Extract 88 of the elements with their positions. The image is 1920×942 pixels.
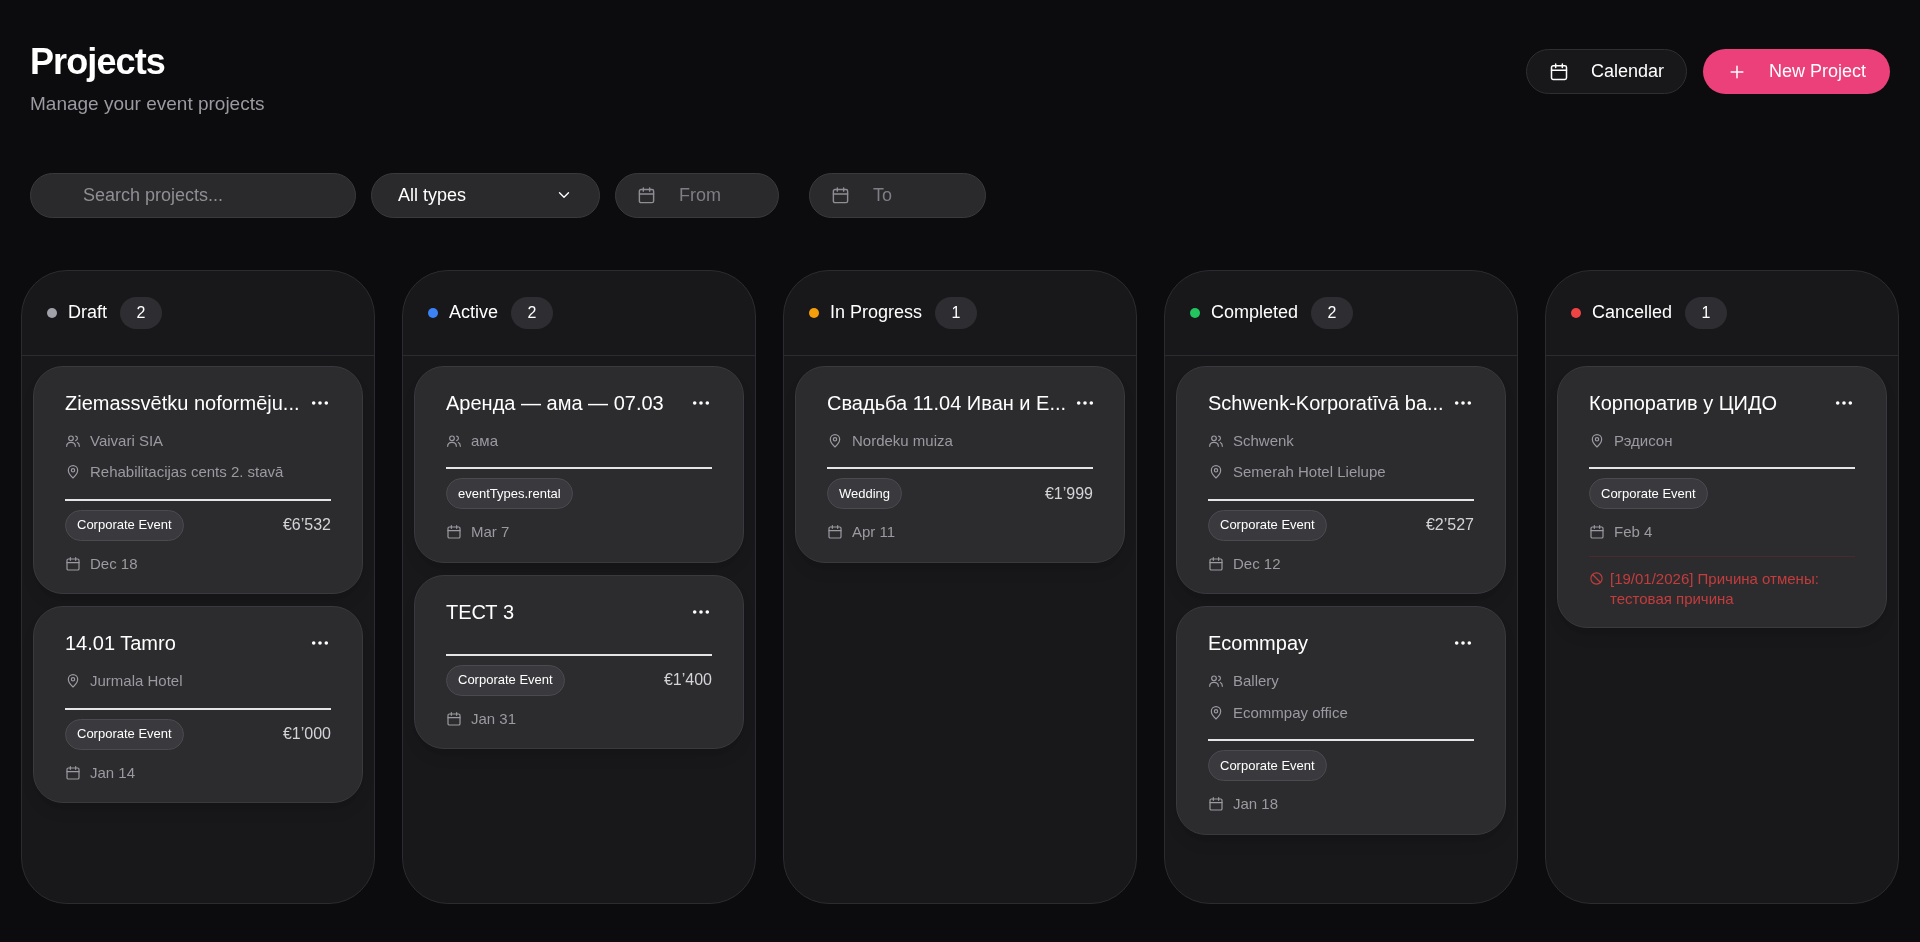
location-pin-icon	[1208, 464, 1224, 481]
count-badge: 2	[511, 296, 554, 329]
calendar-icon	[1589, 524, 1605, 541]
calendar-icon	[1208, 555, 1224, 572]
project-title: ТЕСТ 3	[446, 599, 515, 625]
event-type-tag: Corporate Event	[65, 509, 184, 541]
count-badge: 2	[1311, 296, 1354, 329]
project-title: 14.01 Tamro	[65, 631, 176, 656]
calendar-button[interactable]: Calendar	[1525, 49, 1687, 94]
event-type-tag: Wedding	[827, 478, 903, 509]
event-type-tag: Corporate Event	[1589, 478, 1708, 509]
client-name: Vaivari SIA	[90, 430, 164, 451]
type-dropdown[interactable]: All types	[371, 172, 600, 218]
client-name: Schwenk	[1233, 430, 1294, 451]
location-pin-icon	[65, 464, 81, 481]
project-title: Аренда — ама — 07.03	[446, 390, 664, 416]
project-card[interactable]: 14.01 Tamro Jurmala Hotel Corporate Event €1’000 Jan 14	[33, 606, 363, 803]
project-price: €2’527	[1425, 515, 1474, 535]
event-date: Mar 7	[471, 522, 510, 542]
from-date-field[interactable]: From	[615, 172, 779, 218]
count-badge: 1	[935, 296, 978, 329]
column-title: Active	[449, 301, 499, 324]
event-date: Feb 4	[1614, 522, 1653, 542]
location-pin-icon	[65, 673, 81, 690]
project-price: €1’000	[282, 724, 331, 744]
calendar-icon	[831, 185, 850, 205]
venue-name: Jurmala Hotel	[90, 671, 183, 691]
venue-name: Рэдисон	[1614, 430, 1673, 451]
event-type-tag: Corporate Event	[1208, 750, 1327, 781]
project-card[interactable]: Ziemassvētku noformēju... Vaivari SIA Rehabilitacijas cents 2. stavā Corporate Event €6’532 Dec 18	[33, 365, 363, 594]
project-title: Ziemassvētku noformēju...	[65, 390, 300, 416]
calendar-icon	[65, 555, 81, 572]
event-type-tag: Corporate Event	[65, 718, 184, 750]
project-card[interactable]: ТЕСТ 3 Corporate Event €1’400 Jan 31	[414, 574, 744, 749]
project-title: Корпоратив у ЦИДО	[1589, 390, 1777, 416]
event-date: Jan 14	[90, 762, 136, 783]
project-card[interactable]: Свадьба 11.04 Иван и Е... Nordeku muiza Wedding €1’999 Apr 11	[795, 365, 1125, 563]
count-badge: 2	[120, 296, 162, 329]
column-title: Cancelled	[1592, 301, 1673, 324]
client-name: Ballery	[1233, 671, 1279, 691]
location-pin-icon	[1208, 704, 1224, 721]
venue-name: Ecommpay office	[1233, 702, 1348, 723]
event-date: Dec 18	[90, 553, 138, 574]
event-type-tag: Corporate Event	[446, 664, 565, 696]
event-date: Dec 12	[1233, 553, 1281, 574]
people-icon	[1208, 432, 1224, 449]
prohibited-icon	[1589, 570, 1604, 586]
venue-name: Semerah Hotel Lielupe	[1233, 462, 1386, 482]
project-title: Schwenk-Korporatīvā ba...	[1208, 390, 1444, 416]
cancellation-note: [19/01/2026] Причина отмены: тестовая причина	[1610, 568, 1820, 609]
project-title: Ecommpay	[1208, 631, 1309, 656]
page-subtitle: Manage your event projects	[30, 92, 265, 116]
search-field[interactable]: Search projects...	[30, 172, 356, 218]
people-icon	[65, 432, 81, 449]
calendar-icon	[446, 524, 462, 541]
people-icon	[1208, 673, 1224, 690]
venue-name: Nordeku muiza	[852, 430, 953, 451]
event-type-tag: Corporate Event	[1208, 509, 1327, 541]
event-date: Apr 11	[852, 522, 896, 542]
to-date-field[interactable]: To	[809, 172, 986, 218]
new-project-button[interactable]: New Project	[1702, 49, 1890, 94]
column-title: In Progress	[830, 301, 923, 324]
project-card[interactable]: Аренда — ама — 07.03 ама eventTypes.rental Mar 7	[414, 365, 744, 563]
project-price: €1’999	[1044, 483, 1093, 504]
event-date: Jan 31	[471, 708, 517, 729]
calendar-icon	[1548, 61, 1569, 82]
calendar-icon	[1208, 796, 1224, 813]
venue-name: Rehabilitacijas cents 2. stavā	[90, 462, 284, 482]
location-pin-icon	[827, 432, 843, 449]
calendar-icon	[827, 524, 843, 541]
project-price: €1’400	[663, 670, 712, 690]
column-title: Completed	[1211, 301, 1299, 324]
people-icon	[446, 432, 462, 449]
calendar-icon	[637, 185, 656, 205]
location-pin-icon	[1589, 432, 1605, 449]
project-card[interactable]: Корпоратив у ЦИДО Рэдисон Corporate Event Feb 4 [19/01/2026] Причина отмены: тестовая причина	[1557, 365, 1887, 628]
column-title: Draft	[68, 301, 107, 324]
event-type-tag: eventTypes.rental	[446, 478, 573, 509]
client-name: ама	[471, 430, 498, 451]
count-badge: 1	[1685, 296, 1728, 329]
page-title: Projects	[30, 40, 166, 84]
calendar-icon	[446, 710, 462, 727]
project-card[interactable]: Schwenk-Korporatīvā ba... Schwenk Semerah Hotel Lielupe Corporate Event €2’527 Dec 12	[1176, 365, 1506, 594]
project-title: Свадьба 11.04 Иван и Е...	[827, 390, 1067, 416]
project-card[interactable]: Ecommpay Ballery Ecommpay office Corporate Event Jan 18	[1176, 606, 1506, 835]
calendar-icon	[65, 764, 81, 781]
event-date: Jan 18	[1233, 794, 1279, 814]
project-price: €6’532	[282, 515, 331, 535]
